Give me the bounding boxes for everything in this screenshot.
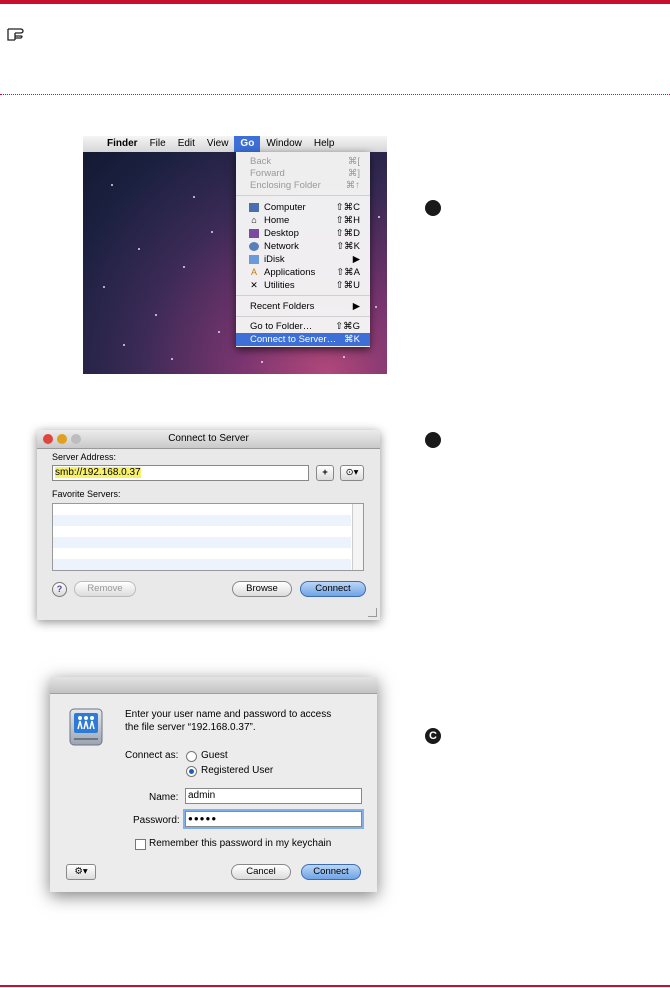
go-menu-dropdown: Back ⌘[ Forward ⌘] Enclosing Folder ⌘↑ Comp… bbox=[236, 152, 370, 347]
menu-item-go-to-folder[interactable]: Go to Folder… ⇧⌘G bbox=[236, 320, 370, 333]
menu-view[interactable]: View bbox=[201, 136, 235, 152]
step-marker-b bbox=[425, 432, 441, 448]
name-label: Name: bbox=[149, 792, 179, 803]
connect-to-server-window: Connect to Server Server Address: smb://… bbox=[37, 430, 380, 620]
menu-item-recent-folders[interactable]: Recent Folders ▶ bbox=[236, 300, 370, 313]
list-row bbox=[53, 559, 351, 570]
list-row bbox=[53, 515, 351, 526]
menu-item-utilities[interactable]: ✕ Utilities ⇧⌘U bbox=[236, 279, 370, 292]
prompt-line-2: the file server “192.168.0.37”. bbox=[125, 722, 256, 733]
favorite-servers-label: Favorite Servers: bbox=[52, 489, 121, 499]
name-field[interactable]: admin bbox=[185, 788, 362, 804]
menu-item-connect-to-server[interactable]: Connect to Server… ⌘K bbox=[236, 333, 370, 346]
desktop-icon bbox=[249, 229, 259, 238]
menu-item-applications[interactable]: A Applications ⇧⌘A bbox=[236, 266, 370, 279]
menu-item-computer[interactable]: Computer ⇧⌘C bbox=[236, 201, 370, 214]
menu-file[interactable]: File bbox=[144, 136, 172, 152]
window-title-bar: Connect to Server bbox=[37, 430, 380, 449]
menu-separator bbox=[236, 295, 370, 296]
file-server-icon bbox=[69, 708, 103, 746]
menu-bar: Finder File Edit View Go Window Help bbox=[83, 136, 387, 152]
favorite-servers-list[interactable] bbox=[52, 503, 364, 571]
applications-icon: A bbox=[250, 267, 257, 277]
list-row bbox=[53, 537, 351, 548]
server-address-label: Server Address: bbox=[52, 452, 117, 462]
utilities-icon: ✕ bbox=[250, 280, 258, 290]
password-label: Password: bbox=[133, 815, 180, 826]
remove-button[interactable]: Remove bbox=[74, 581, 136, 597]
section-divider bbox=[0, 94, 670, 95]
menu-separator bbox=[236, 316, 370, 317]
finder-go-menu-screenshot: Finder File Edit View Go Window Help Bac… bbox=[83, 136, 387, 374]
computer-icon bbox=[249, 203, 259, 212]
password-field[interactable]: ●●●●● bbox=[185, 811, 362, 827]
menu-go[interactable]: Go bbox=[234, 136, 261, 152]
cancel-button[interactable]: Cancel bbox=[231, 864, 291, 880]
step-marker-a bbox=[425, 200, 441, 216]
minimize-window-button[interactable] bbox=[57, 434, 67, 444]
menu-help[interactable]: Help bbox=[308, 136, 341, 152]
close-window-button[interactable] bbox=[43, 434, 53, 444]
menu-window[interactable]: Window bbox=[260, 136, 308, 152]
menu-finder[interactable]: Finder bbox=[101, 136, 144, 152]
network-icon bbox=[249, 242, 259, 251]
connect-button[interactable]: Connect bbox=[300, 581, 366, 597]
menu-item-desktop[interactable]: Desktop ⇧⌘D bbox=[236, 227, 370, 240]
recent-servers-button[interactable]: ⊙▾ bbox=[340, 465, 364, 481]
top-accent-bar bbox=[0, 0, 670, 4]
bottom-accent-bar bbox=[0, 985, 670, 987]
list-scrollbar[interactable] bbox=[352, 504, 363, 570]
zoom-window-button[interactable] bbox=[71, 434, 81, 444]
connect-button[interactable]: Connect bbox=[301, 864, 361, 880]
step-marker-c: C bbox=[425, 728, 441, 744]
registered-user-label: Registered User bbox=[201, 765, 274, 776]
menu-separator bbox=[236, 195, 370, 196]
remember-password-checkbox[interactable] bbox=[135, 839, 146, 850]
server-address-input[interactable]: smb://192.168.0.37 bbox=[52, 465, 309, 481]
pointing-hand-icon bbox=[7, 28, 24, 41]
add-favorite-button[interactable]: + bbox=[316, 465, 334, 481]
browse-button[interactable]: Browse bbox=[232, 581, 292, 597]
menu-item-network[interactable]: Network ⇧⌘K bbox=[236, 240, 370, 253]
window-title: Connect to Server bbox=[168, 433, 249, 444]
home-icon: ⌂ bbox=[251, 215, 257, 225]
gear-menu-button[interactable]: ⚙▾ bbox=[66, 864, 96, 880]
menu-edit[interactable]: Edit bbox=[172, 136, 201, 152]
guest-label: Guest bbox=[201, 750, 228, 761]
menu-item-idisk[interactable]: iDisk ▶ bbox=[236, 253, 370, 266]
guest-radio[interactable] bbox=[186, 751, 197, 762]
registered-user-radio[interactable] bbox=[186, 766, 197, 777]
resize-handle[interactable] bbox=[368, 608, 377, 617]
menu-item-home[interactable]: ⌂ Home ⇧⌘H bbox=[236, 214, 370, 227]
help-button[interactable]: ? bbox=[52, 582, 67, 597]
remember-password-label: Remember this password in my keychain bbox=[149, 838, 332, 849]
prompt-line-1: Enter your user name and password to acc… bbox=[125, 709, 332, 720]
login-dialog: Enter your user name and password to acc… bbox=[50, 677, 377, 892]
idisk-icon bbox=[249, 255, 259, 264]
dialog-title-bar bbox=[50, 677, 377, 694]
menu-item-enclosing-folder[interactable]: Enclosing Folder ⌘↑ bbox=[236, 179, 370, 192]
connect-as-label: Connect as: bbox=[125, 750, 179, 761]
